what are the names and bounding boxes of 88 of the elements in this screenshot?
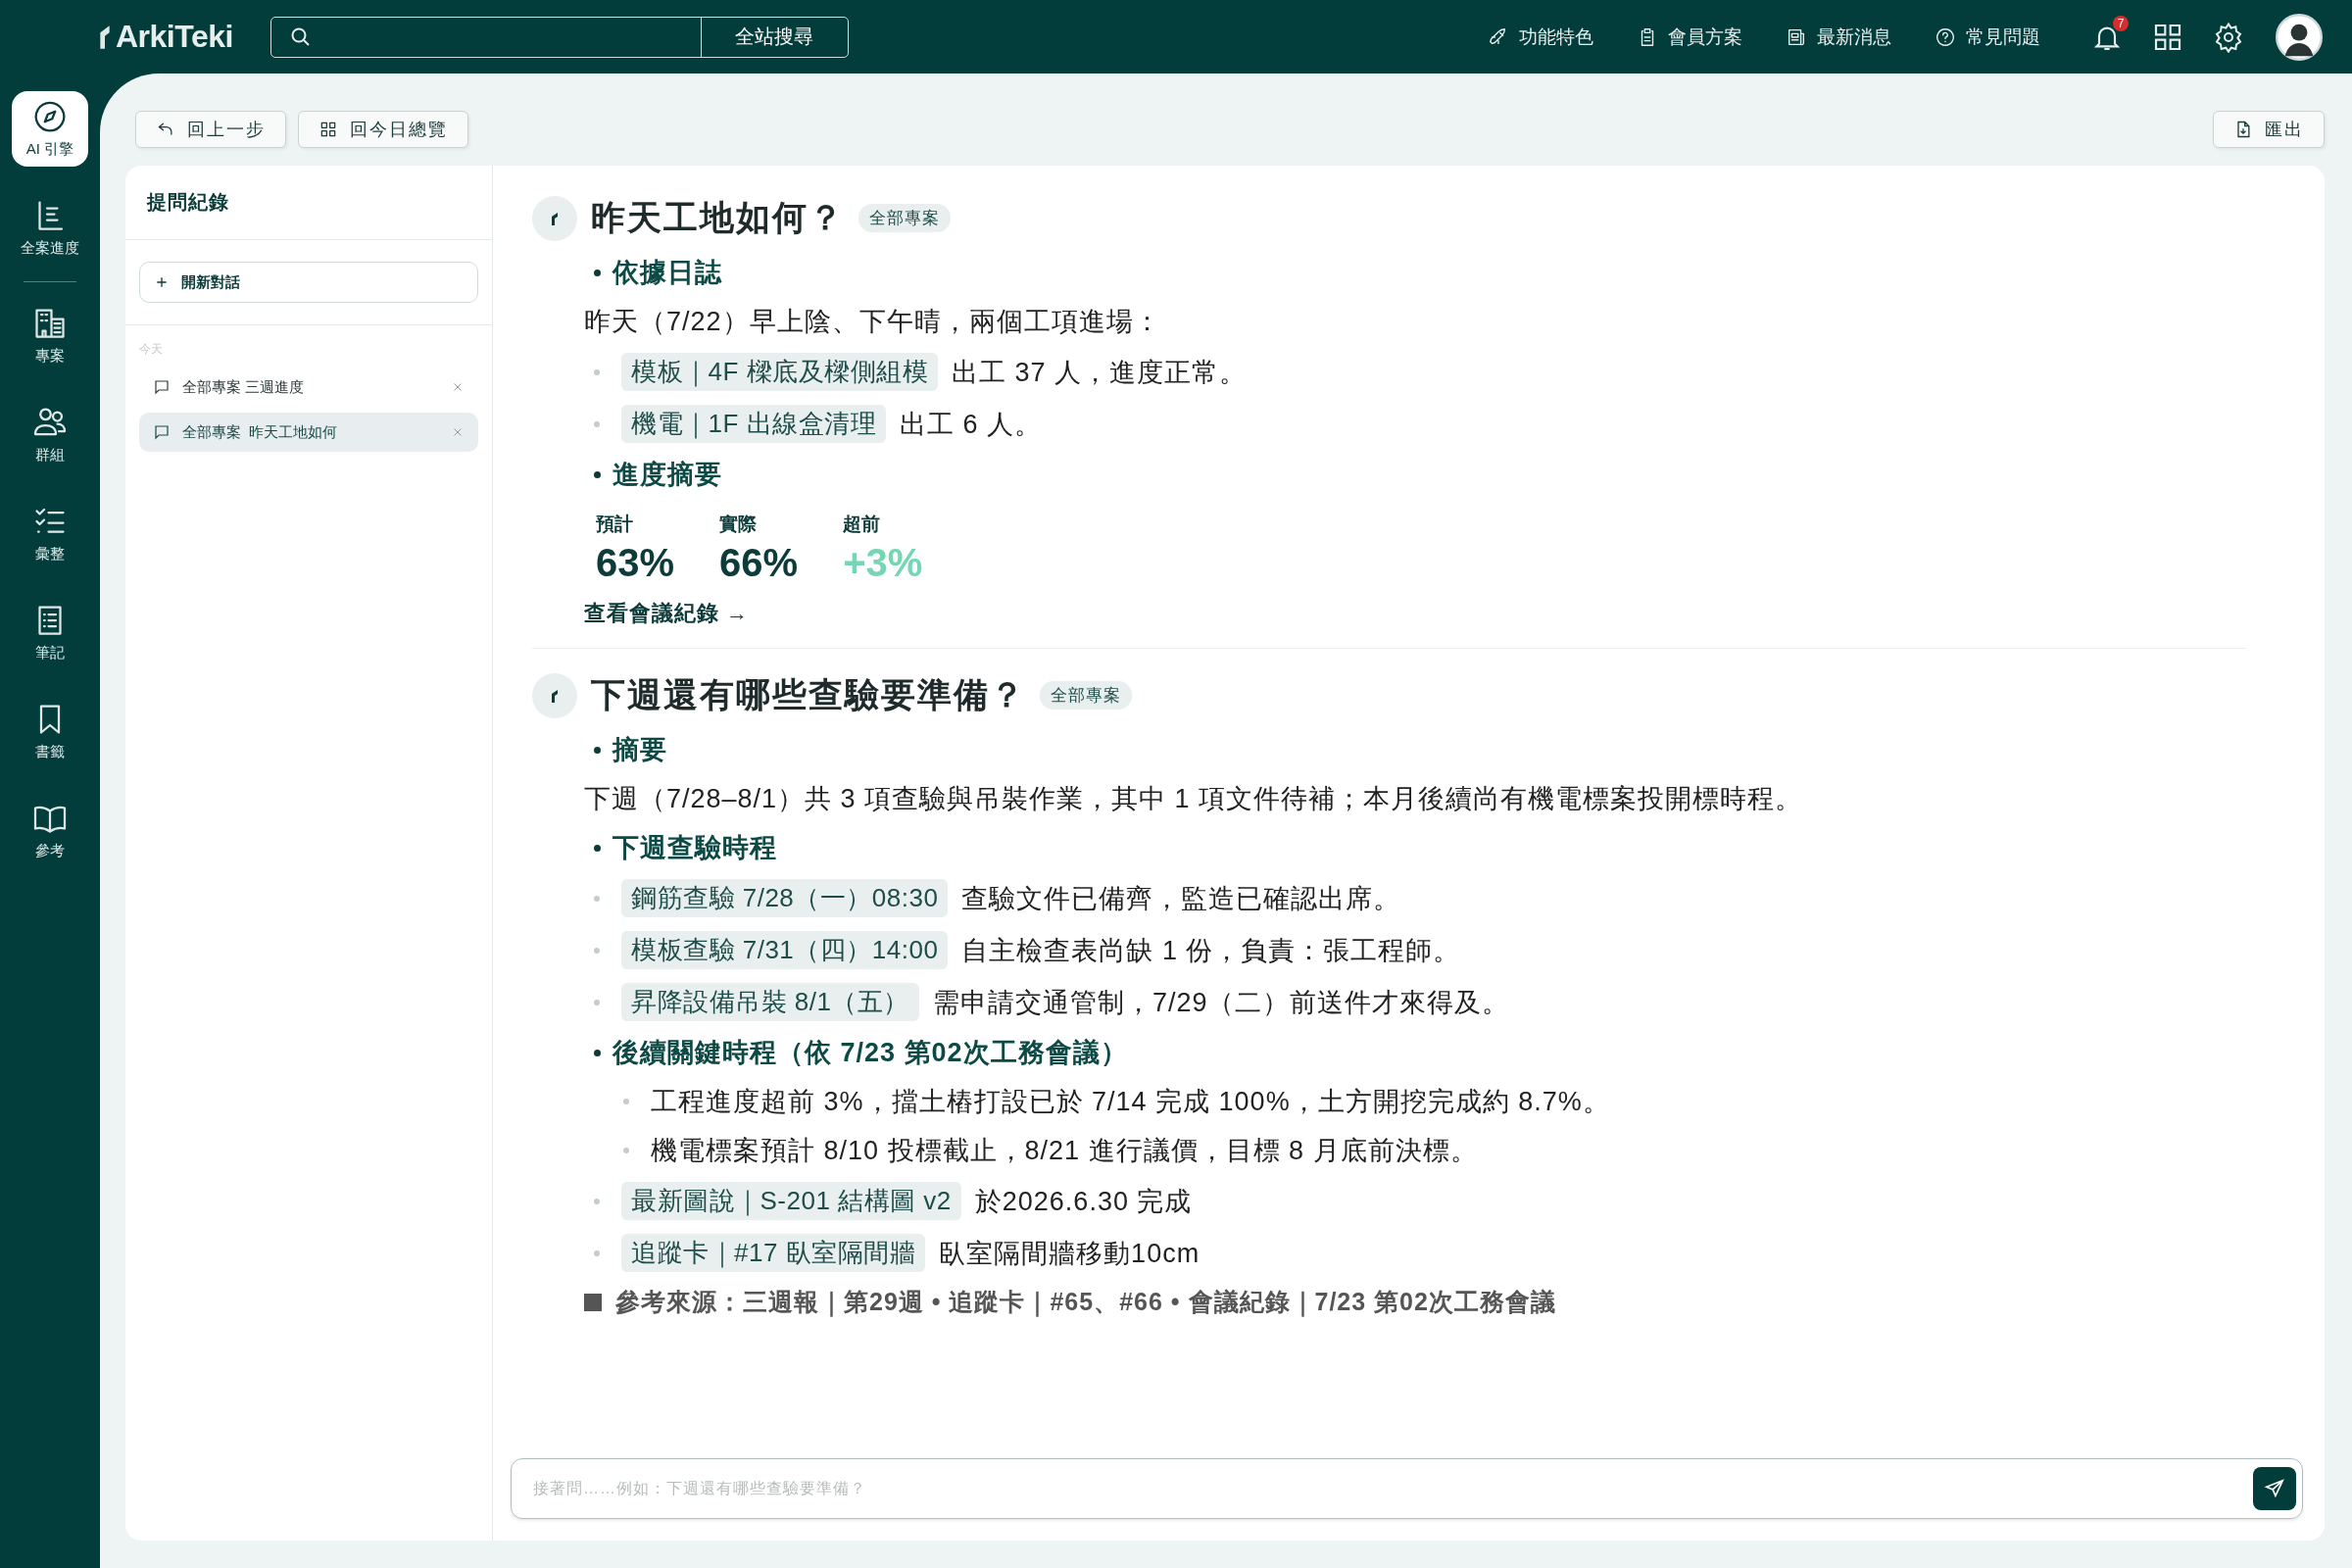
- notification-badge: 7: [2113, 15, 2129, 31]
- square-icon: [584, 1293, 602, 1311]
- bullet-text: 自主檢查表尚缺 1 份，負責：張工程師。: [961, 934, 1461, 967]
- rail-item[interactable]: 彙整: [12, 496, 88, 571]
- item-tag: 機電｜1F 出線盒清理: [621, 405, 887, 443]
- section-heading: 摘要: [612, 734, 667, 766]
- nav-link[interactable]: 最新消息: [1786, 24, 1891, 50]
- item-tag: 昇降設備吊裝 8/1（五）: [621, 983, 919, 1021]
- history-item[interactable]: 全部專案 三週進度: [139, 368, 478, 407]
- item-tag: 追蹤卡｜#17 臥室隔間牆: [621, 1234, 926, 1272]
- bullet-icon: [623, 1099, 629, 1104]
- scope-tag: 全部專案: [858, 204, 951, 232]
- stat-label: 超前: [843, 513, 882, 536]
- building-icon: [32, 306, 68, 341]
- send-button[interactable]: [2253, 1467, 2296, 1510]
- bullet-text: 出工 6 人。: [900, 408, 1043, 441]
- toolbar-button[interactable]: 回上一步: [135, 111, 286, 148]
- assistant-avatar-icon: [532, 195, 577, 241]
- panel-title: 提問紀錄: [125, 166, 492, 240]
- bullet-icon: [594, 1198, 600, 1204]
- grid-icon: [318, 120, 338, 139]
- group-label: 今天: [139, 341, 164, 358]
- settings-icon[interactable]: [2213, 21, 2244, 53]
- search-bar[interactable]: 全站搜尋: [270, 16, 849, 58]
- meeting-link[interactable]: 查看會議紀錄 →: [584, 599, 2246, 628]
- bullet-icon: [594, 999, 600, 1005]
- rail-item[interactable]: 群組: [12, 397, 88, 472]
- paragraph: 昨天（7/22）早上陰、下午晴，兩個工項進場：: [584, 306, 1162, 338]
- bullet-icon: [594, 368, 600, 375]
- chat-icon: [153, 423, 171, 441]
- bullet-text: 工程進度超前 3%，擋土樁打設已於 7/14 完成 100%，土方開挖完成約 8.7%。: [651, 1086, 1610, 1118]
- question-field[interactable]: 接著問……例如：下週還有哪些查驗要準備？: [511, 1458, 2303, 1519]
- stat-value: 63%: [596, 541, 675, 585]
- stat-label: 預計: [596, 513, 634, 536]
- rail-item[interactable]: 專案: [12, 298, 88, 373]
- stat-label: 實際: [719, 513, 759, 536]
- plus-icon: [154, 274, 170, 290]
- chat-icon: [153, 378, 171, 396]
- help-icon: [1935, 25, 1956, 48]
- compass-icon: [32, 99, 68, 134]
- search-button[interactable]: 全站搜尋: [700, 17, 848, 57]
- item-tag: 模板｜4F 樑底及樑側組模: [621, 353, 939, 391]
- question-title: 昨天工地如何？: [591, 197, 845, 238]
- bullet-icon: [594, 844, 601, 852]
- stat-value: +3%: [843, 541, 923, 585]
- bullet-text: 機電標案預計 8/10 投標截止，8/21 進行議價，目標 8 月底前決標。: [651, 1135, 1478, 1167]
- bullet-icon: [594, 1250, 600, 1256]
- section-heading: 依據日誌: [612, 257, 722, 289]
- item-tag: 模板查驗 7/31（四）14:00: [621, 931, 949, 969]
- sources-text: 參考來源：三週報｜第29週 • 追蹤卡｜#65、#66 • 會議紀錄｜7/23 第02次工務會議: [615, 1287, 1556, 1318]
- stat-value: 66%: [719, 541, 799, 585]
- rail-item[interactable]: 參考: [12, 793, 88, 868]
- bullet-icon: [594, 470, 601, 478]
- bullet-text: 需申請交通管制，7/29（二）前送件才來得及。: [932, 986, 1510, 1019]
- bullet-icon: [623, 1148, 629, 1153]
- bullet-icon: [594, 947, 600, 954]
- bullet-icon: [594, 1049, 601, 1056]
- scope-tag: 全部專案: [1040, 681, 1132, 710]
- nav-link[interactable]: 功能特色: [1488, 24, 1593, 50]
- bullet-text: 出工 37 人，進度正常。: [952, 356, 1248, 389]
- send-icon: [2264, 1478, 2285, 1499]
- rail-item[interactable]: 書籤: [12, 694, 88, 769]
- history-item[interactable]: 全部專案 昨天工地如何: [139, 413, 478, 452]
- nav-link[interactable]: 常見問題: [1935, 24, 2040, 50]
- section-heading: 下週查驗時程: [612, 832, 777, 864]
- toolbar-button[interactable]: 回今日總覽: [298, 111, 468, 148]
- bullet-text: 臥室隔間牆移動10cm: [939, 1237, 1200, 1270]
- bullet-text: 於2026.6.30 完成: [974, 1185, 1193, 1218]
- logo-text: ArkiTeki: [116, 19, 233, 55]
- item-tag: 鋼筋查驗 7/28（一）08:30: [621, 879, 949, 917]
- nav-link[interactable]: 會員方案: [1637, 24, 1742, 50]
- rail-item[interactable]: AI 引擎: [12, 91, 88, 167]
- new-chat-button[interactable]: 開新對話: [139, 262, 478, 303]
- export-button[interactable]: 匯出: [2213, 111, 2325, 148]
- section-heading: 進度摘要: [612, 459, 722, 491]
- question-title: 下週還有哪些查驗要準備？: [591, 674, 1026, 715]
- rail-item[interactable]: 筆記: [12, 595, 88, 670]
- bullet-icon: [594, 269, 601, 276]
- bullet-icon: [594, 895, 600, 902]
- avatar-icon[interactable]: [2276, 13, 2323, 61]
- bullet-text: 查驗文件已備齊，監造已確認出席。: [961, 882, 1401, 915]
- section-heading: 後續關鍵時程（依 7/23 第02次工務會議）: [612, 1037, 1128, 1069]
- item-tag: 最新圖說｜S-201 結構圖 v2: [621, 1182, 961, 1220]
- paragraph: 下週（7/28–8/1）共 3 項查驗與吊裝作業，其中 1 項文件待補；本月後續尚有機電標案投開標時程。: [584, 783, 1804, 815]
- assistant-avatar-icon: [532, 672, 577, 718]
- bullet-icon: [594, 746, 601, 754]
- rail-item[interactable]: 全案進度: [12, 190, 88, 266]
- bullet-icon: [594, 420, 600, 427]
